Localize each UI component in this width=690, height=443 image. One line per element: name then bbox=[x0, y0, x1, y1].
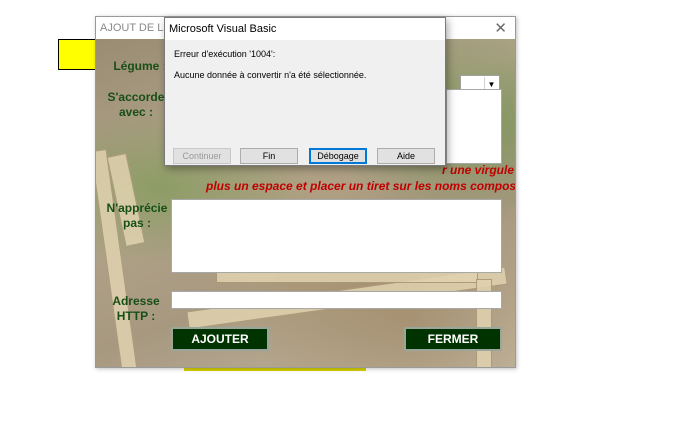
close-icon[interactable]: ✕ bbox=[494, 19, 507, 37]
fin-button[interactable]: Fin bbox=[240, 148, 298, 164]
legume-label: Légume : bbox=[110, 59, 170, 74]
saccorde-textbox[interactable] bbox=[446, 89, 502, 164]
hint-line2: plus un espace et placer un tiret sur le… bbox=[206, 179, 516, 193]
error-code-text: Erreur d'exécution '1004': bbox=[174, 49, 276, 59]
fermer-button[interactable]: FERMER bbox=[404, 327, 502, 351]
adresse-label: Adresse HTTP : bbox=[106, 294, 166, 324]
continuer-button[interactable]: Continuer bbox=[173, 148, 231, 164]
napprecie-textbox[interactable] bbox=[171, 199, 502, 273]
hint-line1: r une virgule bbox=[442, 163, 515, 177]
error-message-text: Aucune donnée à convertir n'a été sélect… bbox=[174, 70, 367, 80]
adresse-label-line2: HTTP : bbox=[116, 309, 156, 323]
napprecie-label: N'apprécie pas : bbox=[104, 201, 170, 231]
saccorde-label-line1: S'accorde bbox=[107, 90, 165, 104]
legume-label-text: Légume : bbox=[113, 59, 167, 73]
adresse-label-line1: Adresse bbox=[112, 294, 160, 308]
adresse-http-field[interactable] bbox=[171, 291, 502, 309]
aide-button[interactable]: Aide bbox=[377, 148, 435, 164]
dialog-titlebar[interactable]: Microsoft Visual Basic bbox=[165, 18, 445, 40]
ajouter-button[interactable]: AJOUTER bbox=[171, 327, 269, 351]
debogage-button[interactable]: Débogage bbox=[309, 148, 367, 164]
saccorde-label: S'accorde avec : bbox=[104, 90, 168, 120]
napprecie-label-line1: N'apprécie bbox=[106, 201, 168, 215]
napprecie-label-line2: pas : bbox=[122, 216, 151, 230]
error-dialog: Microsoft Visual Basic Erreur d'exécutio… bbox=[164, 17, 446, 166]
saccorde-label-line2: avec : bbox=[118, 105, 154, 119]
dialog-title: Microsoft Visual Basic bbox=[169, 23, 277, 35]
